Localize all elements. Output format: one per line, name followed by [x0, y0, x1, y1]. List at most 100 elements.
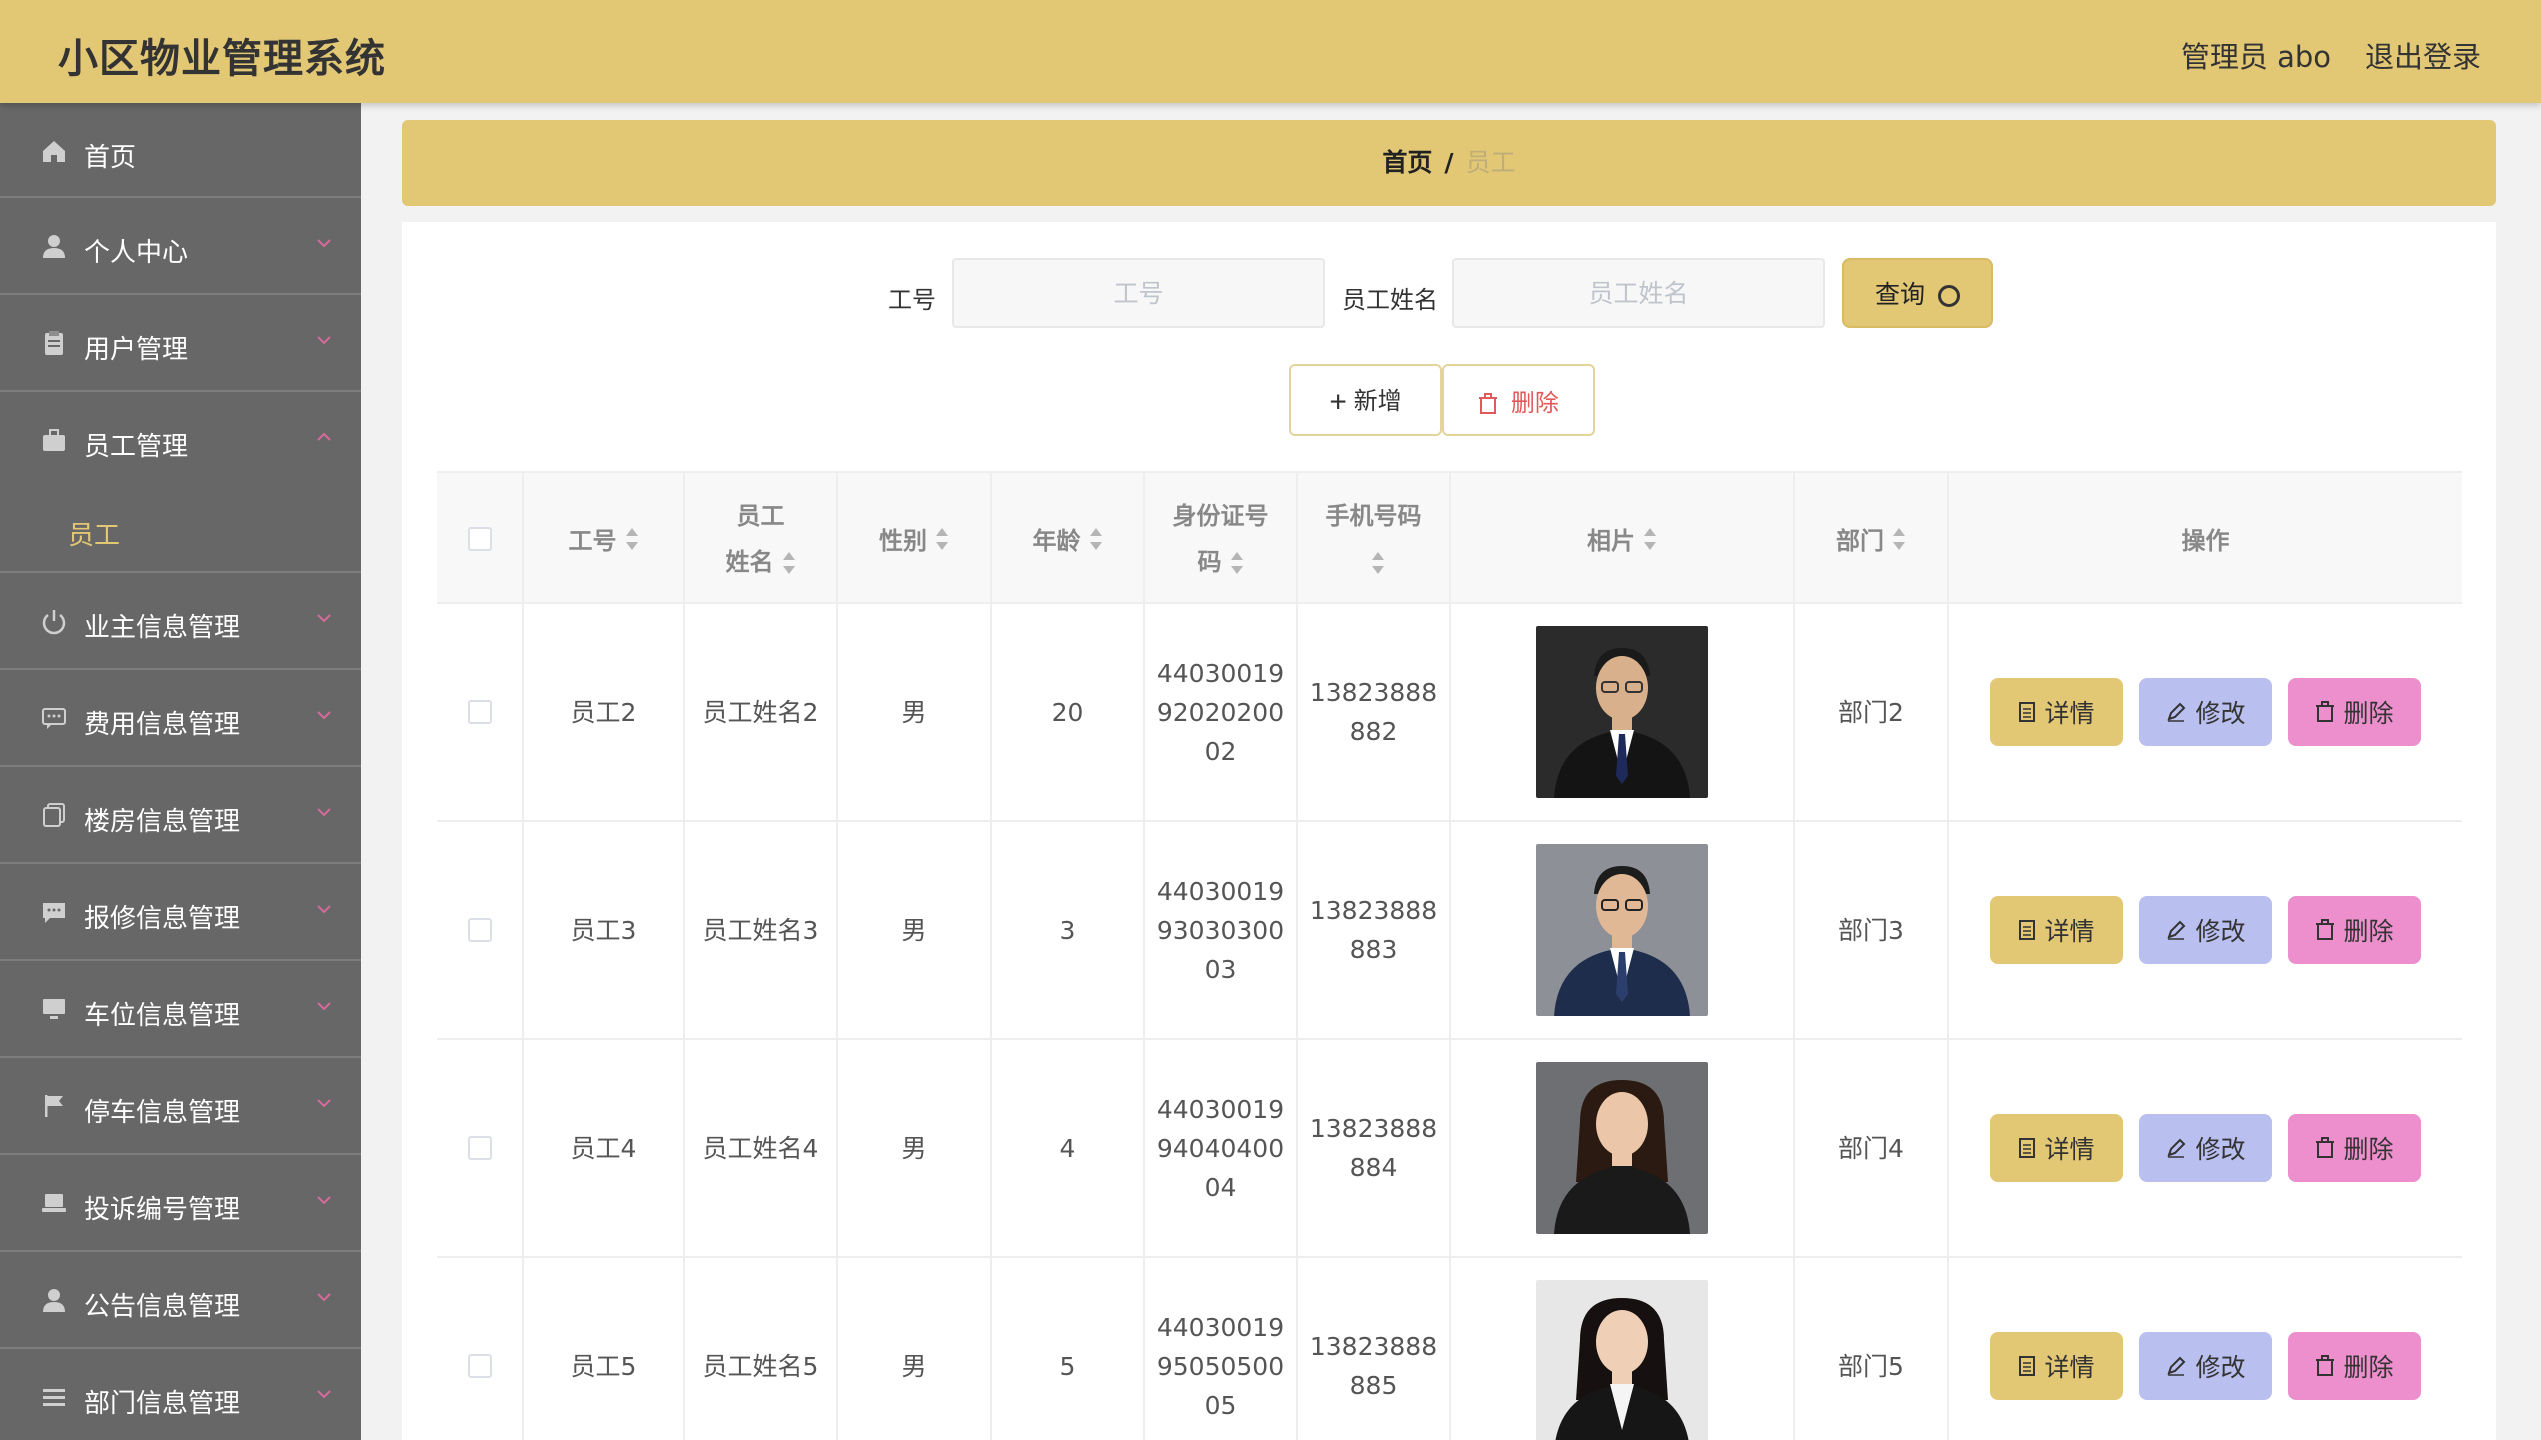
sidebar-item-label: 费用信息管理 — [84, 710, 241, 740]
detail-button-label: 详情 — [2044, 918, 2095, 946]
detail-button[interactable]: 详情 — [1990, 1114, 2123, 1182]
sort-icon[interactable] — [1643, 527, 1657, 550]
column-header-label: 操作 — [2181, 527, 2230, 555]
sidebar-item-complaint-management[interactable]: 投诉编号管理 — [0, 1155, 361, 1252]
staff-photo[interactable] — [1536, 844, 1708, 1016]
edit-button[interactable]: 修改 — [2139, 1332, 2272, 1400]
detail-button[interactable]: 详情 — [1990, 1332, 2123, 1400]
query-button[interactable]: 查询 — [1842, 258, 1993, 328]
pencil-icon — [2167, 702, 2186, 722]
breadcrumb-separator: / — [1444, 148, 1454, 177]
table-row: 员工5 员工姓名5 男 5 440300199505050005 1382388… — [437, 1258, 2462, 1440]
cell-name: 员工姓名2 — [685, 604, 838, 820]
sidebar-item-building-info[interactable]: 楼房信息管理 — [0, 767, 361, 864]
document-icon — [2019, 702, 2036, 722]
column-header-ops: 操作 — [1949, 473, 2462, 604]
row-delete-button[interactable]: 删除 — [2288, 1114, 2421, 1182]
row-checkbox[interactable] — [467, 1354, 492, 1378]
row-delete-button[interactable]: 删除 — [2288, 678, 2421, 746]
row-checkbox[interactable] — [467, 918, 492, 942]
cell-dept: 部门2 — [1795, 604, 1949, 820]
column-header-age[interactable]: 年龄 — [992, 473, 1145, 604]
sidebar-item-user-management[interactable]: 用户管理 — [0, 295, 361, 392]
user-icon — [43, 235, 65, 258]
cell-gender: 男 — [838, 822, 992, 1038]
column-header-name[interactable]: 员工姓名 — [685, 473, 838, 604]
sort-icon[interactable] — [935, 527, 949, 550]
edit-button[interactable]: 修改 — [2139, 678, 2272, 746]
row-delete-button-label: 删除 — [2343, 700, 2394, 728]
sidebar-item-owner-info[interactable]: 业主信息管理 — [0, 573, 361, 670]
sidebar-item-label: 车位信息管理 — [84, 1001, 241, 1031]
cell-photo — [1451, 1258, 1795, 1440]
sidebar-item-staff-management[interactable]: 员工管理 — [0, 392, 361, 489]
breadcrumb-home[interactable]: 首页 — [1382, 148, 1432, 177]
staff-id-input[interactable] — [952, 258, 1325, 328]
staff-photo[interactable] — [1536, 626, 1708, 798]
batch-delete-button-label: 删除 — [1510, 389, 1559, 417]
sidebar-item-parking-space-info[interactable]: 车位信息管理 — [0, 961, 361, 1058]
cell-age: 5 — [992, 1258, 1145, 1440]
sort-icon[interactable] — [1089, 527, 1103, 550]
select-all-cell — [437, 473, 524, 604]
logout-link[interactable]: 退出登录 — [2365, 34, 2481, 76]
cell-age: 4 — [992, 1040, 1145, 1256]
add-button-label: 新增 — [1353, 387, 1402, 415]
add-button[interactable]: + 新增 — [1289, 364, 1442, 436]
column-header-photo[interactable]: 相片 — [1451, 473, 1795, 604]
column-header-gender[interactable]: 性别 — [838, 473, 992, 604]
cell-name: 员工姓名3 — [685, 822, 838, 1038]
column-header-phone[interactable]: 手机号码 — [1298, 473, 1451, 604]
cell-phone: 13823888884 — [1298, 1040, 1451, 1256]
sidebar-item-department-info[interactable]: 部门信息管理 — [0, 1349, 361, 1440]
edit-button[interactable]: 修改 — [2139, 896, 2272, 964]
detail-button[interactable]: 详情 — [1990, 678, 2123, 746]
cell-age: 3 — [992, 822, 1145, 1038]
sidebar-item-label: 公告信息管理 — [84, 1292, 241, 1322]
sidebar-subitem-staff[interactable]: 员工 — [0, 489, 361, 573]
chevron-down-icon — [317, 239, 331, 248]
batch-delete-button[interactable]: 删除 — [1442, 364, 1595, 436]
document-icon — [2019, 1138, 2036, 1158]
table-row: 员工4 员工姓名4 男 4 440300199404040004 1382388… — [437, 1040, 2462, 1258]
sidebar-item-fee-info[interactable]: 费用信息管理 — [0, 670, 361, 767]
table-row: 员工2 员工姓名2 男 20 440300199202020002 138238… — [437, 604, 2462, 822]
chevron-down-icon — [317, 1293, 331, 1302]
sort-icon[interactable] — [1892, 527, 1906, 550]
sidebar-item-home[interactable]: 首页 — [0, 103, 361, 198]
sort-icon[interactable] — [1230, 551, 1244, 574]
row-delete-button[interactable]: 删除 — [2288, 1332, 2421, 1400]
row-select-cell — [437, 1258, 524, 1440]
detail-button[interactable]: 详情 — [1990, 896, 2123, 964]
row-checkbox[interactable] — [467, 700, 492, 724]
staff-name-input[interactable] — [1452, 258, 1825, 328]
sidebar-item-personal-center[interactable]: 个人中心 — [0, 198, 361, 295]
user-icon — [43, 1289, 65, 1312]
cell-gender: 男 — [838, 1258, 992, 1440]
sort-icon[interactable] — [782, 551, 796, 574]
sidebar-item-notice-info[interactable]: 公告信息管理 — [0, 1252, 361, 1349]
column-header-idcard[interactable]: 身份证号码 — [1145, 473, 1298, 604]
edit-button-label: 修改 — [2195, 1354, 2246, 1382]
select-all-checkbox[interactable] — [467, 526, 492, 551]
edit-button-label: 修改 — [2195, 1136, 2246, 1164]
edit-button[interactable]: 修改 — [2139, 1114, 2272, 1182]
sort-icon[interactable] — [625, 527, 639, 550]
sort-icon[interactable] — [1371, 551, 1385, 574]
copy-icon — [43, 803, 65, 827]
column-header-id[interactable]: 工号 — [524, 473, 685, 604]
sidebar-item-parking-info[interactable]: 停车信息管理 — [0, 1058, 361, 1155]
sidebar-item-repair-info[interactable]: 报修信息管理 — [0, 864, 361, 961]
trash-icon — [2316, 1355, 2335, 1376]
chevron-down-icon — [317, 1196, 331, 1205]
table-row: 员工3 员工姓名3 男 3 440300199303030003 1382388… — [437, 822, 2462, 1040]
staff-photo[interactable] — [1536, 1062, 1708, 1234]
cell-name: 员工姓名4 — [685, 1040, 838, 1256]
row-checkbox[interactable] — [467, 1136, 492, 1160]
top-header: 小区物业管理系统 管理员 abo 退出登录 — [0, 0, 2541, 103]
row-delete-button[interactable]: 删除 — [2288, 896, 2421, 964]
staff-photo[interactable] — [1536, 1280, 1708, 1440]
column-header-dept[interactable]: 部门 — [1795, 473, 1949, 604]
staff-name-label: 员工姓名 — [1342, 286, 1438, 314]
sidebar-item-label: 停车信息管理 — [84, 1098, 241, 1128]
